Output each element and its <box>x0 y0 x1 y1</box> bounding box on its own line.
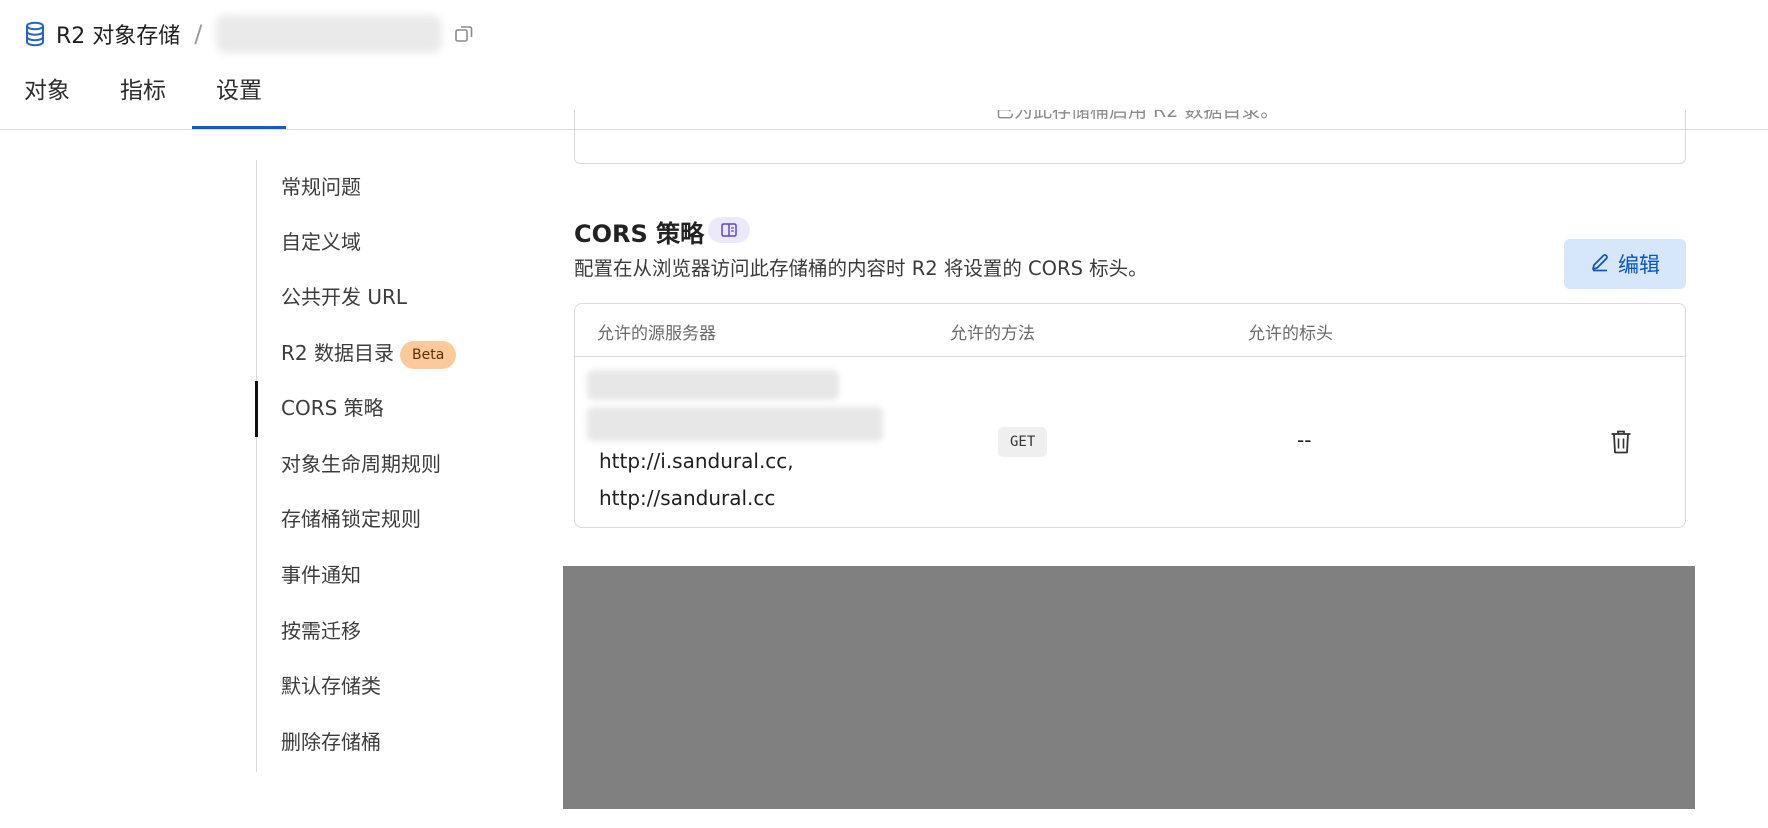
sidebar-item-lifecycle-rules[interactable]: 对象生命周期规则 <box>281 449 441 479</box>
breadcrumb-root-link[interactable]: R2 对象存储 <box>56 18 180 50</box>
sidebar-item-bucket-lock-rules[interactable]: 存储桶锁定规则 <box>281 504 421 534</box>
method-badge: GET <box>998 427 1048 457</box>
breadcrumb: R2 对象存储 / <box>24 15 474 53</box>
bucket-name-redacted <box>216 15 443 53</box>
redacted-area <box>563 566 1695 809</box>
origin-redacted <box>587 407 883 441</box>
origin-redacted <box>587 370 839 400</box>
cors-section-description: 配置在从浏览器访问此存储桶的内容时 R2 将设置的 CORS 标头。 <box>574 257 1148 280</box>
column-header-methods: 允许的方法 <box>950 324 1035 344</box>
sidebar-item-public-dev-url[interactable]: 公共开发 URL <box>281 282 407 312</box>
delete-rule-button[interactable] <box>1603 425 1639 461</box>
tab-metrics[interactable]: 指标 <box>120 76 166 128</box>
trash-icon <box>1610 429 1632 458</box>
sidebar-item-delete-bucket[interactable]: 删除存储桶 <box>281 727 381 757</box>
origin-value: http://sandural.cc <box>599 486 776 510</box>
data-catalog-section: 已为此存储桶启用 R2 数据目录。 <box>574 110 1686 164</box>
database-icon <box>24 21 46 47</box>
sidebar-item-label: R2 数据目录 <box>281 341 394 365</box>
table-header: 允许的源服务器 允许的方法 允许的标头 <box>575 304 1685 357</box>
sidebar-item-general[interactable]: 常规问题 <box>281 172 361 202</box>
sidebar-item-data-catalog[interactable]: R2 数据目录 Beta <box>281 338 457 369</box>
allowed-headers-value: -- <box>1297 428 1312 452</box>
column-header-headers: 允许的标头 <box>1248 324 1333 344</box>
cors-section-title: CORS 策略 <box>574 220 705 248</box>
sidebar-item-default-storage-class[interactable]: 默认存储类 <box>281 671 381 701</box>
cors-rules-table: 允许的源服务器 允许的方法 允许的标头 http://i.sandural.cc… <box>574 303 1686 528</box>
book-icon[interactable] <box>708 217 750 243</box>
copy-icon[interactable] <box>454 24 474 44</box>
origin-value: http://i.sandural.cc, <box>599 449 794 473</box>
column-header-origins: 允许的源服务器 <box>597 324 716 344</box>
pencil-icon <box>1590 252 1610 277</box>
sidebar-item-custom-domains[interactable]: 自定义域 <box>281 227 361 257</box>
tab-objects[interactable]: 对象 <box>24 76 70 128</box>
settings-sidebar: 常规问题 自定义域 公共开发 URL R2 数据目录 Beta CORS 策略 对… <box>255 160 496 772</box>
edit-button-label: 编辑 <box>1618 253 1660 277</box>
sidebar-active-indicator <box>255 381 258 437</box>
edit-cors-button[interactable]: 编辑 <box>1564 239 1686 289</box>
tab-settings[interactable]: 设置 <box>192 76 286 129</box>
sidebar-item-on-demand-migration[interactable]: 按需迁移 <box>281 616 361 646</box>
sidebar-item-event-notifications[interactable]: 事件通知 <box>281 560 361 590</box>
breadcrumb-separator: / <box>194 20 203 48</box>
beta-badge: Beta <box>399 340 457 369</box>
data-catalog-status-text: 已为此存储桶启用 R2 数据目录。 <box>995 110 1280 122</box>
sidebar-item-cors-policy[interactable]: CORS 策略 <box>281 393 384 423</box>
